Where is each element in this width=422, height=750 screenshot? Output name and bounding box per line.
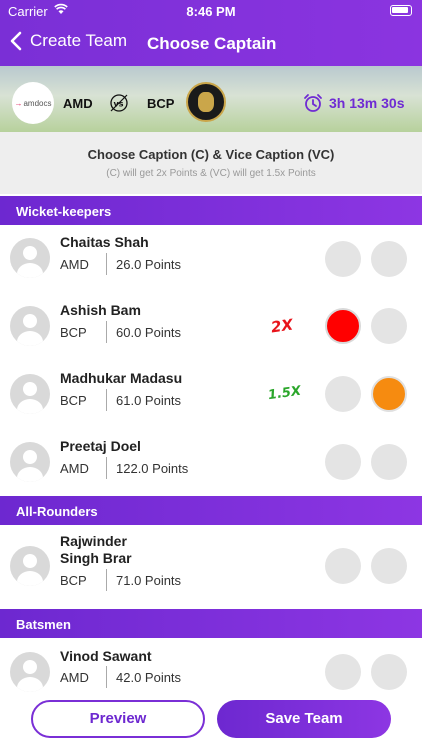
player-team: AMD <box>60 257 89 272</box>
player-points: 60.0 Points <box>116 325 182 340</box>
captain-button[interactable] <box>325 654 361 690</box>
nav-bar: Create Team Choose Captain <box>0 22 422 66</box>
clock: 8:46 PM <box>186 4 236 19</box>
player-row: Rajwinder Singh Brar BCP 71.0 Points <box>0 525 422 607</box>
player-row: Chaitas Shah AMD 26.0 Points <box>0 225 422 293</box>
page-title: Choose Captain <box>147 34 277 53</box>
versus-icon: vs <box>110 94 128 112</box>
team-a-logo: → amdocs <box>12 82 54 124</box>
player-team: BCP <box>60 573 87 588</box>
player-points: 42.0 Points <box>116 670 182 685</box>
divider <box>106 253 107 275</box>
player-avatar <box>10 442 50 482</box>
section-header-batsmen: Batsmen <box>0 609 422 638</box>
back-label: Create Team <box>30 31 128 50</box>
chevron-left-icon <box>10 31 22 51</box>
alarm-clock-icon <box>304 94 322 112</box>
player-team: AMD <box>60 670 89 685</box>
captain-button[interactable] <box>325 241 361 277</box>
instructions-subtitle: (C) will get 2x Points & (VC) will get 1… <box>106 168 316 179</box>
captain-multiplier-label: 2X <box>269 315 295 337</box>
player-name: Rajwinder Singh Brar <box>60 533 132 566</box>
vice-captain-button[interactable] <box>371 376 407 412</box>
player-team: BCP <box>60 393 87 408</box>
player-name: Preetaj Doel <box>60 438 141 454</box>
status-bar: Carrier 8:46 PM <box>0 0 422 22</box>
divider <box>106 321 107 343</box>
player-avatar <box>10 306 50 346</box>
captain-button[interactable] <box>325 444 361 480</box>
player-name: Madhukar Madasu <box>60 370 183 386</box>
vice-captain-button[interactable] <box>371 444 407 480</box>
section-header-wicket-keepers: Wicket-keepers <box>0 196 422 225</box>
player-row: Madhukar Madasu BCP 61.0 Points 1.5X <box>0 361 422 429</box>
section-header-all-rounders: All-Rounders <box>0 496 422 525</box>
vice-captain-button[interactable] <box>371 241 407 277</box>
preview-button[interactable]: Preview <box>31 700 205 738</box>
captain-button[interactable] <box>325 308 361 344</box>
divider <box>106 569 107 591</box>
divider <box>106 666 107 688</box>
back-button[interactable]: Create Team <box>10 31 127 51</box>
vice-captain-button[interactable] <box>371 308 407 344</box>
vice-captain-button[interactable] <box>371 654 407 690</box>
divider <box>106 457 107 479</box>
team-b-name: BCP <box>147 96 175 111</box>
vice-captain-multiplier-label: 1.5X <box>267 383 302 404</box>
player-name: Vinod Sawant <box>60 648 152 664</box>
team-a-name: AMD <box>63 96 93 111</box>
timer-value: 3h 13m 30s <box>329 95 405 111</box>
player-row: Preetaj Doel AMD 122.0 Points <box>0 429 422 497</box>
match-timer: 3h 13m 30s <box>303 93 405 113</box>
player-points: 71.0 Points <box>116 573 182 588</box>
player-points: 26.0 Points <box>116 257 182 272</box>
player-row: Ashish Bam BCP 60.0 Points 2X <box>0 293 422 361</box>
player-name: Ashish Bam <box>60 302 141 318</box>
player-points: 61.0 Points <box>116 393 182 408</box>
captain-instructions: Choose Caption (C) & Vice Caption (VC) (… <box>0 132 422 194</box>
player-name: Chaitas Shah <box>60 234 149 250</box>
divider <box>106 389 107 411</box>
vice-captain-button[interactable] <box>371 548 407 584</box>
team-b-logo <box>186 82 226 122</box>
player-avatar <box>10 374 50 414</box>
player-avatar <box>10 652 50 692</box>
captain-button[interactable] <box>325 548 361 584</box>
save-team-button[interactable]: Save Team <box>217 700 391 738</box>
player-avatar <box>10 546 50 586</box>
svg-text:vs: vs <box>114 100 124 109</box>
instructions-title: Choose Caption (C) & Vice Caption (VC) <box>87 147 335 162</box>
team-a-logo-text: amdocs <box>23 98 52 108</box>
player-team: BCP <box>60 325 87 340</box>
player-avatar <box>10 238 50 278</box>
player-points: 122.0 Points <box>116 461 189 476</box>
player-row: Vinod Sawant AMD 42.0 Points <box>0 638 422 700</box>
player-team: AMD <box>60 461 89 476</box>
captain-button[interactable] <box>325 376 361 412</box>
battery-icon <box>390 5 412 16</box>
